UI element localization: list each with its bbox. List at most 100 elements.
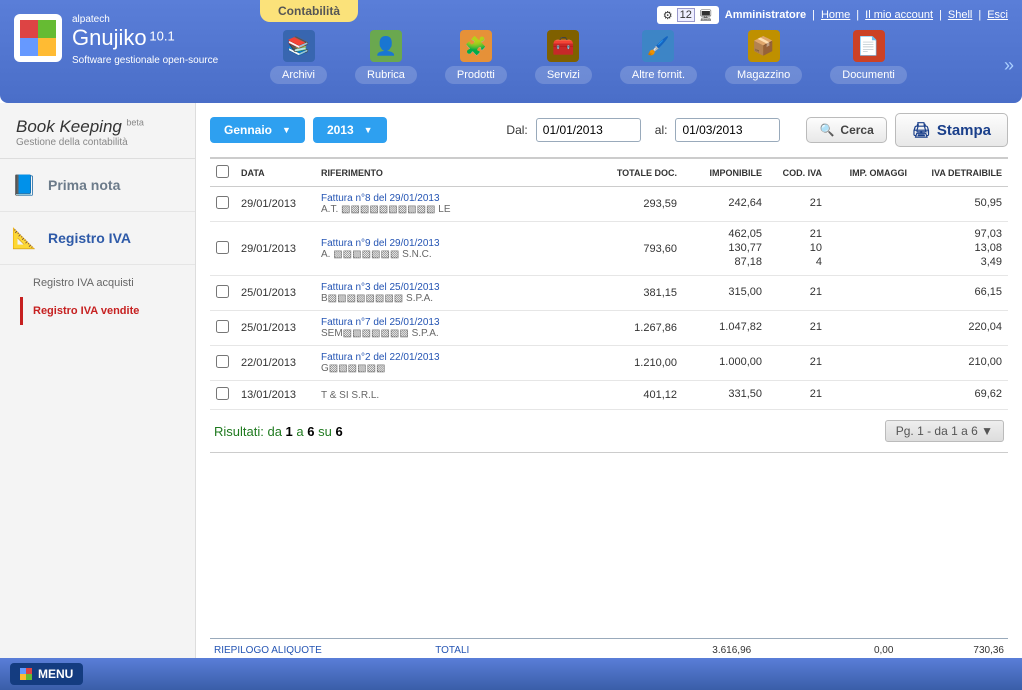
cell-cod: 21 — [768, 187, 828, 222]
menu-icon — [20, 668, 32, 680]
sidebar: Book Keeping beta Gestione della contabi… — [0, 103, 196, 658]
nav-rubrica[interactable]: 👤 Rubrica — [355, 30, 417, 84]
user-role: Amministratore — [725, 9, 806, 21]
nav-more-icon[interactable]: » — [1004, 55, 1014, 76]
cell-ref: Fattura n°9 del 29/01/2013A. ▧▧▧▧▧▧▧ S.N… — [315, 222, 598, 276]
nav-label: Altre fornit. — [620, 66, 697, 84]
nav-archivi[interactable]: 📚Archivi — [270, 30, 327, 84]
select-all-checkbox[interactable] — [216, 165, 229, 178]
logo-area: alpatech Gnujiko 10.1 Software gestional… — [14, 14, 218, 66]
cell-om — [828, 187, 913, 222]
cell-iva: 220,04 — [913, 311, 1008, 346]
nav-label: Prodotti — [445, 66, 507, 84]
summary-om: 0,00 — [751, 645, 893, 656]
nav-label: Rubrica — [355, 66, 417, 84]
cell-ref: Fattura n°8 del 29/01/2013A.T. ▧▧▧▧▧▧▧▧▧… — [315, 187, 598, 222]
month-select[interactable]: Gennaio▼ — [210, 117, 305, 143]
cell-ref: Fattura n°2 del 22/01/2013G▧▧▧▧▧▧ — [315, 346, 598, 381]
link-shell[interactable]: Shell — [948, 9, 972, 21]
sub-acquisti[interactable]: Registro IVA acquisti — [20, 269, 195, 297]
prodotti-icon: 🧩 — [460, 30, 492, 62]
table-row[interactable]: 22/01/2013Fattura n°2 del 22/01/2013G▧▧▧… — [210, 346, 1008, 381]
cell-imp: 1.000,00 — [683, 346, 768, 381]
link-logout[interactable]: Esci — [987, 9, 1008, 21]
print-button[interactable]: 🖨Stampa — [895, 113, 1008, 147]
invoice-link[interactable]: Fattura n°9 del 29/01/2013 — [321, 238, 592, 249]
col-imponibile: IMPONIBILE — [683, 159, 768, 187]
cell-om — [828, 222, 913, 276]
date-from-input[interactable] — [536, 118, 641, 142]
row-checkbox[interactable] — [216, 387, 229, 400]
invoice-link[interactable]: Fattura n°8 del 29/01/2013 — [321, 193, 592, 204]
row-checkbox[interactable] — [216, 320, 229, 333]
row-checkbox[interactable] — [216, 355, 229, 368]
cell-cod: 21104 — [768, 222, 828, 276]
cell-date: 22/01/2013 — [235, 346, 315, 381]
main-panel: Gennaio▼ 2013▼ Dal: al: 🔍Cerca 🖨Stampa D… — [196, 103, 1022, 658]
cell-om — [828, 381, 913, 410]
cell-tot: 401,12 — [598, 381, 683, 410]
nav-label: Archivi — [270, 66, 327, 84]
cell-cod: 21 — [768, 346, 828, 381]
nav-label: Magazzino — [725, 66, 802, 84]
cell-date: 25/01/2013 — [235, 311, 315, 346]
altre fornit.-icon: 🖌️ — [642, 30, 674, 62]
cell-tot: 293,59 — [598, 187, 683, 222]
menu-button[interactable]: MENU — [10, 663, 83, 685]
cell-iva: 97,0313,083,49 — [913, 222, 1008, 276]
chevron-down-icon: ▼ — [282, 125, 291, 135]
cell-date: 29/01/2013 — [235, 187, 315, 222]
row-checkbox[interactable] — [216, 241, 229, 254]
cell-imp: 462,05130,7787,18 — [683, 222, 768, 276]
invoice-link[interactable]: Fattura n°7 del 25/01/2013 — [321, 317, 592, 328]
invoice-link[interactable]: Fattura n°2 del 22/01/2013 — [321, 352, 592, 363]
cell-om — [828, 311, 913, 346]
toolbar: Gennaio▼ 2013▼ Dal: al: 🔍Cerca 🖨Stampa — [210, 113, 1008, 159]
year-select[interactable]: 2013▼ — [313, 117, 387, 143]
col-codiva: COD. IVA — [768, 159, 828, 187]
cell-om — [828, 276, 913, 311]
table-row[interactable]: 29/01/2013Fattura n°9 del 29/01/2013A. ▧… — [210, 222, 1008, 276]
table-row[interactable]: 25/01/2013Fattura n°3 del 25/01/2013B▧▧▧… — [210, 276, 1008, 311]
servizi-icon: 🧰 — [547, 30, 579, 62]
cell-ref: Fattura n°3 del 25/01/2013B▧▧▧▧▧▧▧▧ S.P.… — [315, 276, 598, 311]
sub-vendite[interactable]: Registro IVA vendite — [20, 297, 195, 325]
link-account[interactable]: Il mio account — [865, 9, 933, 21]
cell-tot: 793,60 — [598, 222, 683, 276]
cell-cod: 21 — [768, 276, 828, 311]
nav-documenti[interactable]: 📄Documenti — [830, 30, 907, 84]
sidebar-item-prima-nota[interactable]: 📘 Prima nota — [0, 159, 195, 212]
sidebar-label: Registro IVA — [48, 230, 131, 246]
date-to-input[interactable] — [675, 118, 780, 142]
context-tab[interactable]: Contabilità — [260, 0, 358, 22]
nav-label: Documenti — [830, 66, 907, 84]
cell-iva: 66,15 — [913, 276, 1008, 311]
pager-select[interactable]: Pg. 1 - da 1 a 6 ▼ — [885, 420, 1004, 442]
table-row[interactable]: 25/01/2013Fattura n°7 del 25/01/2013SEM▧… — [210, 311, 1008, 346]
nav-altre fornit.[interactable]: 🖌️ Altre fornit. — [620, 30, 697, 84]
row-checkbox[interactable] — [216, 196, 229, 209]
link-home[interactable]: Home — [821, 9, 850, 21]
cell-imp: 331,50 — [683, 381, 768, 410]
nav-magazzino[interactable]: 📦 Magazzino — [725, 30, 802, 84]
rubrica-icon: 👤 — [370, 30, 402, 62]
search-button[interactable]: 🔍Cerca — [806, 117, 886, 143]
cell-date: 25/01/2013 — [235, 276, 315, 311]
top-icons[interactable]: ⚙ 12 🖥 — [657, 6, 719, 24]
summary-row: RIEPILOGO ALIQUOTE TOTALI 3.616,96 0,00 … — [210, 638, 1008, 658]
brand-company: alpatech — [72, 14, 218, 25]
nav-prodotti[interactable]: 🧩 Prodotti — [445, 30, 507, 84]
invoice-link[interactable]: Fattura n°3 del 25/01/2013 — [321, 282, 592, 293]
dal-label: Dal: — [506, 123, 527, 137]
nav-servizi[interactable]: 🧰Servizi — [535, 30, 592, 84]
sidebar-item-registro-iva[interactable]: 📐 Registro IVA — [0, 212, 195, 265]
printer-icon: 🖨 — [912, 121, 931, 139]
table-row[interactable]: 13/01/2013T & SI S.R.L.401,12331,502169,… — [210, 381, 1008, 410]
row-checkbox[interactable] — [216, 285, 229, 298]
magazzino-icon: 📦 — [748, 30, 780, 62]
cell-cod: 21 — [768, 311, 828, 346]
table-row[interactable]: 29/01/2013Fattura n°8 del 29/01/2013A.T.… — [210, 187, 1008, 222]
main-nav: 📚Archivi 👤 Rubrica 🧩 Prodotti 🧰Servizi 🖌️ Altre… — [270, 30, 907, 84]
summary-iva: 730,36 — [893, 645, 1004, 656]
sidebar-submenu: Registro IVA acquisti Registro IVA vendi… — [0, 265, 195, 335]
